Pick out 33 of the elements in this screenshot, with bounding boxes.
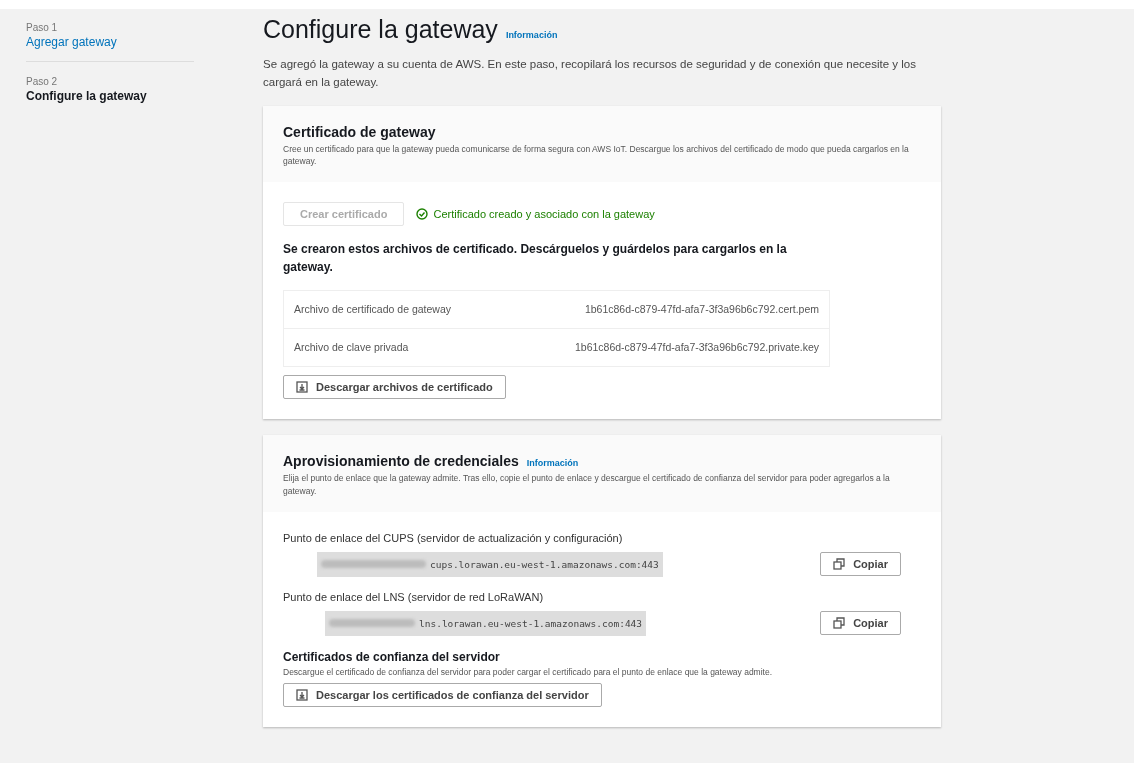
- endpoint-value: cups.lorawan.eu-west-1.amazonaws.com:443: [317, 551, 663, 577]
- section-description: Descargue el certificado de confianza del servidor para poder cargar el certificado para el punto de enlace que la gateway admite.: [283, 666, 774, 677]
- download-icon: [296, 381, 308, 394]
- download-trust-certificates-button[interactable]: Descargar los certificados de confianza del servidor: [283, 682, 602, 707]
- page-description: Se agregó la gateway a su cuenta de AWS. En este paso, recopilará los recursos de seguridad y de conexión que necesite y los cargará en la gateway.: [263, 57, 917, 90]
- card-description: Cree un certificado para que la gateway pueda comunicarse de forma segura con AWS IoT. Descargue los archivos del certificado de modo que pueda cargarlos en la gateway.: [283, 142, 910, 169]
- download-certificates-button[interactable]: Descargar archivos de certificado: [283, 375, 506, 400]
- step-number: Paso 2: [26, 76, 59, 87]
- copy-button[interactable]: Copiar: [820, 552, 901, 577]
- page-title: Configure la gateway: [263, 15, 498, 44]
- copy-icon: [833, 558, 846, 571]
- copy-button[interactable]: Copiar: [820, 611, 901, 636]
- copy-icon: [833, 617, 846, 630]
- file-name: 1b61c86d-c879-47fd-afa7-3f3a96b6c792.private.key: [575, 341, 819, 354]
- section-title: Certificados de confianza del servidor: [283, 649, 501, 664]
- card-title: Aprovisionamiento de credenciales: [283, 453, 519, 470]
- step-link[interactable]: Configure la gateway: [26, 89, 194, 103]
- file-name: 1b61c86d-c879-47fd-afa7-3f3a96b6c792.cert.pem: [584, 303, 819, 316]
- check-circle-icon: [416, 208, 429, 221]
- info-link[interactable]: Información: [505, 30, 558, 40]
- info-link[interactable]: Información: [526, 458, 579, 469]
- files-note: Se crearon estos archivos de certificado. Descárguelos y guárdelos para cargarlos en la gateway.: [283, 241, 788, 277]
- file-label: Archivo de certificado de gateway: [294, 303, 451, 316]
- download-icon: [296, 688, 308, 701]
- endpoint-label: Punto de enlace del CUPS (servidor de actualización y configuración): [283, 531, 624, 544]
- status-message: Certificado creado y asociado con la gateway: [433, 208, 655, 221]
- step-number: Paso 1: [26, 22, 59, 33]
- card-description: Elija el punto de enlace que la gateway admite. Tras ello, copie el punto de enlace y descargue el certificado de confianza del servidor para poder agregarlos a la gateway.: [283, 472, 891, 498]
- step-link[interactable]: Agregar gateway: [26, 35, 194, 49]
- endpoint-label: Punto de enlace del LNS (servidor de red LoRaWAN): [283, 590, 545, 603]
- card-title: Certificado de gateway: [283, 123, 436, 140]
- endpoint-value: lns.lorawan.eu-west-1.amazonaws.com:443: [325, 610, 647, 636]
- file-label: Archivo de clave privada: [294, 341, 409, 354]
